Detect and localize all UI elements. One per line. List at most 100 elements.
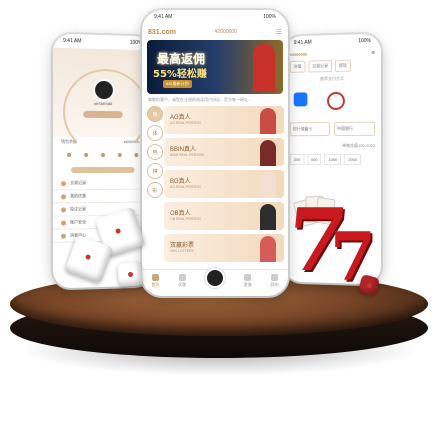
- category-label: 热: [152, 111, 157, 118]
- category-sports[interactable]: 体: [147, 125, 163, 141]
- app-logo: 831.com: [148, 29, 176, 36]
- category-label: 体: [152, 130, 157, 137]
- status-battery: 100%: [130, 40, 142, 46]
- profile-header: ahSMIS88: [53, 48, 152, 138]
- game-card[interactable]: BG真人 BG REAL PERSON: [164, 170, 284, 198]
- tab-transactions[interactable]: 交易记录: [308, 60, 332, 72]
- tab-support[interactable]: 客服: [244, 274, 252, 288]
- game-title: AG真人: [170, 112, 191, 121]
- dealer-image: [260, 108, 276, 134]
- menu-item-label: 投注记录: [70, 206, 86, 212]
- deposit-range: 单笔充值100-1000: [284, 140, 381, 152]
- menu-icon: [61, 181, 66, 186]
- status-battery: 100%: [358, 38, 371, 44]
- user-icon: [271, 274, 278, 281]
- alipay-icon[interactable]: [294, 92, 308, 106]
- vip-badge[interactable]: [83, 111, 123, 118]
- deposit-tabs: 充值 交易记录 提现: [284, 57, 381, 75]
- payment-methods: [284, 87, 381, 114]
- game-subtitle: AG REAL PERSON: [170, 121, 201, 125]
- center-phone-home-screen: 9:41 AM 100% 831.com ¥2000000 ☰ 最高返佣 55%…: [142, 10, 288, 296]
- status-bar: 9:41 AM 100%: [142, 10, 288, 24]
- menu-icon: [61, 207, 66, 212]
- game-subtitle: WIN LOTTERY: [170, 249, 194, 253]
- app-header: 831.com ¥2000000 ☰: [142, 24, 288, 40]
- category-lottery[interactable]: 彩: [147, 182, 163, 198]
- menu-item-label: 账户安全: [70, 219, 86, 225]
- menu-item[interactable]: 我的优惠: [53, 190, 152, 204]
- menu-icon[interactable]: ☰: [371, 50, 375, 55]
- game-title: 双赢彩票: [170, 240, 194, 249]
- game-subtitle: BG REAL PERSON: [170, 185, 201, 189]
- category-label: 棋: [152, 168, 157, 175]
- hamburger-menu-icon[interactable]: ☰: [276, 28, 282, 36]
- tab-deposit[interactable]: 充值: [290, 61, 306, 73]
- slider-dot: [118, 153, 122, 157]
- game-card[interactable]: BBIN真人 BBIN REAL PERSON: [164, 138, 284, 166]
- gift-icon: [179, 274, 186, 281]
- banner-model-image: [253, 44, 275, 92]
- avatar[interactable]: [93, 79, 115, 101]
- status-time: 9:41 AM: [154, 14, 172, 20]
- promo-banner[interactable]: 最高返佣 55%轻松赚 831推新计划: [147, 40, 283, 94]
- amount-option[interactable]: 1000: [324, 154, 341, 165]
- game-title: BG真人: [170, 176, 191, 185]
- tab-withdraw[interactable]: 提现: [335, 60, 351, 72]
- marquee-notice[interactable]: 尊敬的客户，请您在注册前阅读用户协议，官方唯一网址…: [142, 94, 288, 106]
- game-lobby: 热 体 电 棋 彩 AG真人 AG REAL PERSON BBIN真人 BBI…: [142, 106, 288, 262]
- amount-options: 300 500 1000 2000: [284, 152, 381, 167]
- tab-home[interactable]: 首页: [151, 274, 159, 288]
- category-label: 电: [152, 149, 157, 156]
- game-card[interactable]: 双赢彩票 WIN LOTTERY: [164, 234, 284, 262]
- tab-promotions[interactable]: 优惠: [178, 274, 186, 288]
- menu-icon: [61, 194, 66, 199]
- status-battery: 100%: [263, 14, 276, 20]
- banner-subheadline: 55%轻松赚: [153, 65, 207, 80]
- category-hot[interactable]: 热: [147, 106, 163, 122]
- menu-item-label: 我的优惠: [70, 193, 86, 199]
- slider-dot: [67, 153, 71, 157]
- slider-dot: [134, 153, 138, 157]
- dealer-image: [260, 172, 276, 198]
- game-subtitle: BBIN REAL PERSON: [170, 153, 204, 157]
- category-sidebar: 热 体 电 棋 彩: [146, 106, 164, 262]
- dealer-image: [260, 140, 276, 166]
- tab-label: 优惠: [178, 282, 186, 288]
- tab-label: 我的: [271, 282, 279, 288]
- bank-cards: 招行储蓄卡 中国银行: [284, 113, 381, 140]
- center-logo-icon: [205, 268, 225, 288]
- bank-card-option[interactable]: 招行储蓄卡: [290, 122, 330, 136]
- headset-icon: [244, 274, 251, 281]
- dealer-image: [260, 236, 276, 262]
- dice-icon: [117, 261, 143, 287]
- menu-icon: [61, 220, 66, 225]
- tab-label: 首页: [151, 282, 159, 288]
- tab-profile[interactable]: 我的: [271, 274, 279, 288]
- balance-amount: ¥2000000: [290, 52, 307, 57]
- status-time: 9:41 AM: [294, 40, 312, 46]
- game-card[interactable]: AG真人 AG REAL PERSON: [164, 106, 284, 134]
- status-time: 9:41 AM: [63, 38, 81, 45]
- category-label: 彩: [152, 187, 157, 194]
- home-icon: [152, 274, 159, 281]
- menu-item[interactable]: 投注记录: [53, 203, 152, 217]
- recover-balance-button[interactable]: [71, 167, 134, 173]
- amount-option[interactable]: 2000: [344, 154, 361, 165]
- dealer-image: [260, 204, 276, 230]
- bank-icon[interactable]: [327, 92, 345, 110]
- game-title: OB真人: [170, 208, 191, 217]
- menu-item[interactable]: 交易记录: [53, 177, 152, 191]
- amount-option[interactable]: 500: [307, 154, 321, 165]
- bank-card-option[interactable]: 中国银行: [334, 122, 375, 136]
- category-esports[interactable]: 电: [147, 144, 163, 160]
- game-list: AG真人 AG REAL PERSON BBIN真人 BBIN REAL PER…: [164, 106, 284, 262]
- game-title: BBIN真人: [170, 144, 196, 153]
- amount-option[interactable]: 300: [290, 154, 304, 165]
- category-chess[interactable]: 棋: [147, 163, 163, 179]
- tab-center[interactable]: [205, 274, 225, 288]
- game-card[interactable]: OB真人 OB REAL PERSON: [164, 202, 284, 230]
- balance-amount: ¥2000000: [215, 29, 237, 35]
- menu-icon: [61, 233, 66, 238]
- game-subtitle: OB REAL PERSON: [170, 217, 201, 221]
- banner-tag: 831推新计划: [163, 80, 192, 88]
